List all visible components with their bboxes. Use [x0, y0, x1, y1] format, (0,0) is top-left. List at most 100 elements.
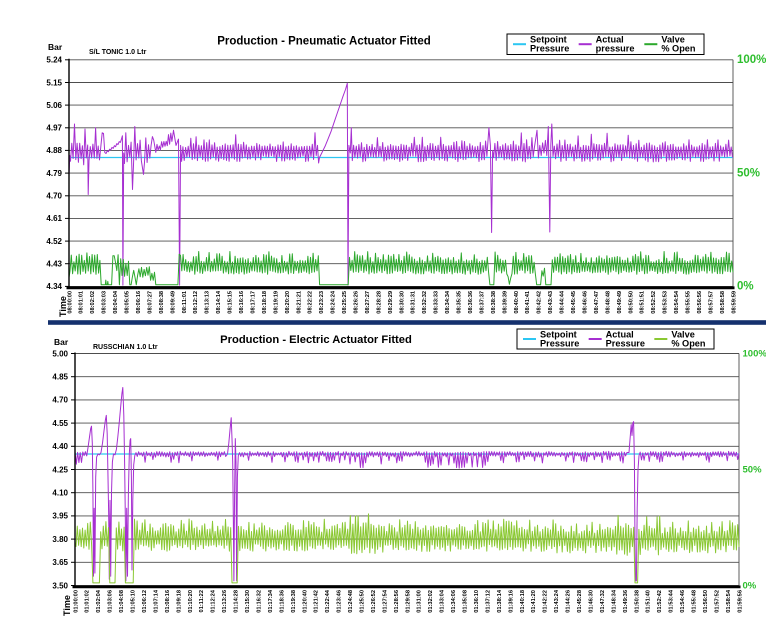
svg-text:01:45:28: 01:45:28	[577, 590, 583, 613]
svg-text:01:03:06: 01:03:06	[108, 590, 114, 613]
svg-text:08:05:05: 08:05:05	[125, 291, 131, 314]
svg-text:01:46:30: 01:46:30	[589, 590, 595, 613]
svg-text:08:48:48: 08:48:48	[605, 291, 611, 314]
svg-text:08:42:42: 08:42:42	[537, 291, 543, 314]
svg-text:01:13:26: 01:13:26	[222, 590, 228, 613]
svg-text:01:08:16: 01:08:16	[165, 590, 171, 613]
svg-text:08:59:59: 08:59:59	[731, 291, 737, 314]
svg-text:% Open: % Open	[671, 339, 706, 349]
svg-text:08:50:50: 08:50:50	[628, 291, 634, 314]
svg-text:08:07:27: 08:07:27	[147, 291, 153, 314]
svg-text:08:01:01: 08:01:01	[79, 291, 85, 314]
svg-text:S/L TONIC 1.0 Ltr: S/L TONIC 1.0 Ltr	[89, 49, 147, 56]
svg-text:Pressure: Pressure	[606, 339, 645, 349]
svg-text:4.25: 4.25	[52, 465, 68, 474]
svg-text:4.10: 4.10	[52, 489, 68, 498]
svg-text:01:11:22: 01:11:22	[199, 590, 205, 612]
svg-text:08:00:00: 08:00:00	[67, 291, 73, 314]
svg-text:01:47:32: 01:47:32	[600, 590, 606, 613]
svg-text:01:55:48: 01:55:48	[692, 590, 698, 613]
svg-text:3.80: 3.80	[52, 535, 68, 544]
svg-text:08:47:47: 08:47:47	[594, 291, 600, 314]
svg-text:01:31:00: 01:31:00	[417, 590, 423, 613]
svg-text:08:17:17: 08:17:17	[251, 291, 257, 314]
svg-text:08:27:27: 08:27:27	[365, 291, 371, 314]
svg-text:08:53:53: 08:53:53	[663, 291, 669, 314]
svg-text:01:14:28: 01:14:28	[234, 590, 240, 613]
svg-text:08:15:15: 08:15:15	[228, 291, 234, 314]
svg-text:01:54:46: 01:54:46	[680, 590, 686, 613]
svg-text:08:30:30: 08:30:30	[399, 291, 405, 314]
svg-text:08:04:04: 08:04:04	[113, 290, 119, 314]
svg-text:4.70: 4.70	[46, 192, 62, 201]
svg-text:01:18:36: 01:18:36	[279, 590, 285, 613]
svg-text:08:23:23: 08:23:23	[319, 291, 325, 314]
svg-text:08:43:43: 08:43:43	[548, 291, 554, 314]
svg-text:01:42:22: 01:42:22	[543, 590, 549, 613]
svg-text:4.70: 4.70	[52, 396, 68, 405]
svg-text:08:21:21: 08:21:21	[296, 291, 302, 314]
svg-text:08:49:49: 08:49:49	[617, 291, 623, 314]
svg-text:08:16:16: 08:16:16	[239, 291, 245, 314]
svg-text:08:38:38: 08:38:38	[491, 291, 497, 314]
svg-text:08:09:49: 08:09:49	[170, 291, 176, 314]
svg-text:50%: 50%	[743, 465, 763, 476]
svg-text:Production - Pneumatic Actuato: Production - Pneumatic Actuator Fitted	[217, 36, 431, 48]
svg-text:08:28:28: 08:28:28	[376, 291, 382, 314]
svg-text:08:12:12: 08:12:12	[193, 291, 199, 314]
svg-text:08:18:18: 08:18:18	[262, 291, 268, 314]
svg-text:08:52:52: 08:52:52	[651, 291, 657, 314]
svg-text:08:44:44: 08:44:44	[560, 290, 566, 314]
svg-text:4.88: 4.88	[46, 146, 62, 155]
svg-text:01:35:08: 01:35:08	[463, 590, 469, 613]
svg-text:08:14:14: 08:14:14	[216, 290, 222, 314]
svg-text:01:41:20: 01:41:20	[531, 590, 537, 613]
svg-text:01:07:14: 01:07:14	[153, 589, 159, 613]
svg-text:08:31:31: 08:31:31	[411, 291, 417, 314]
svg-text:08:56:56: 08:56:56	[697, 291, 703, 314]
svg-text:08:37:37: 08:37:37	[479, 291, 485, 314]
svg-text:5.00: 5.00	[52, 349, 68, 358]
svg-text:4.52: 4.52	[46, 237, 62, 246]
svg-text:01:25:50: 01:25:50	[360, 590, 366, 613]
svg-text:01:10:20: 01:10:20	[188, 590, 194, 613]
svg-text:01:58:54: 01:58:54	[726, 589, 732, 613]
svg-text:01:34:06: 01:34:06	[451, 590, 457, 613]
svg-text:01:26:52: 01:26:52	[371, 590, 377, 613]
svg-text:01:09:18: 01:09:18	[176, 590, 182, 613]
svg-text:% Open: % Open	[661, 44, 696, 54]
svg-text:01:52:42: 01:52:42	[657, 590, 663, 613]
svg-text:08:26:26: 08:26:26	[354, 291, 360, 314]
svg-text:01:21:42: 01:21:42	[314, 590, 320, 613]
svg-text:4.55: 4.55	[52, 419, 68, 428]
svg-text:08:13:13: 08:13:13	[205, 291, 211, 314]
svg-text:08:24:24: 08:24:24	[331, 290, 337, 314]
svg-text:01:15:30: 01:15:30	[245, 590, 251, 613]
svg-text:01:24:48: 01:24:48	[348, 590, 354, 613]
svg-text:08:34:34: 08:34:34	[445, 290, 451, 314]
svg-text:08:46:46: 08:46:46	[583, 291, 589, 314]
svg-text:08:06:16: 08:06:16	[136, 291, 142, 314]
svg-text:5.06: 5.06	[46, 101, 62, 110]
svg-text:01:43:24: 01:43:24	[554, 589, 560, 613]
svg-text:01:39:16: 01:39:16	[508, 590, 514, 613]
svg-text:08:40:40: 08:40:40	[514, 291, 520, 314]
svg-text:08:32:32: 08:32:32	[422, 291, 428, 314]
svg-text:01:37:12: 01:37:12	[485, 590, 491, 613]
svg-text:01:12:24: 01:12:24	[211, 589, 217, 613]
svg-text:01:27:54: 01:27:54	[382, 589, 388, 613]
svg-text:08:58:58: 08:58:58	[720, 291, 726, 314]
svg-text:01:51:40: 01:51:40	[646, 590, 652, 613]
svg-text:08:39:39: 08:39:39	[502, 291, 508, 314]
svg-text:01:36:10: 01:36:10	[474, 590, 480, 613]
svg-text:50%: 50%	[737, 167, 760, 179]
svg-text:08:29:29: 08:29:29	[388, 291, 394, 314]
svg-text:01:28:56: 01:28:56	[394, 590, 400, 613]
svg-text:Bar: Bar	[54, 337, 69, 347]
svg-text:08:08:38: 08:08:38	[159, 291, 165, 314]
svg-text:08:36:36: 08:36:36	[468, 291, 474, 314]
svg-text:08:33:33: 08:33:33	[434, 291, 440, 314]
svg-text:4.61: 4.61	[46, 214, 62, 223]
svg-text:01:32:02: 01:32:02	[428, 590, 434, 613]
svg-text:01:53:44: 01:53:44	[669, 589, 675, 613]
